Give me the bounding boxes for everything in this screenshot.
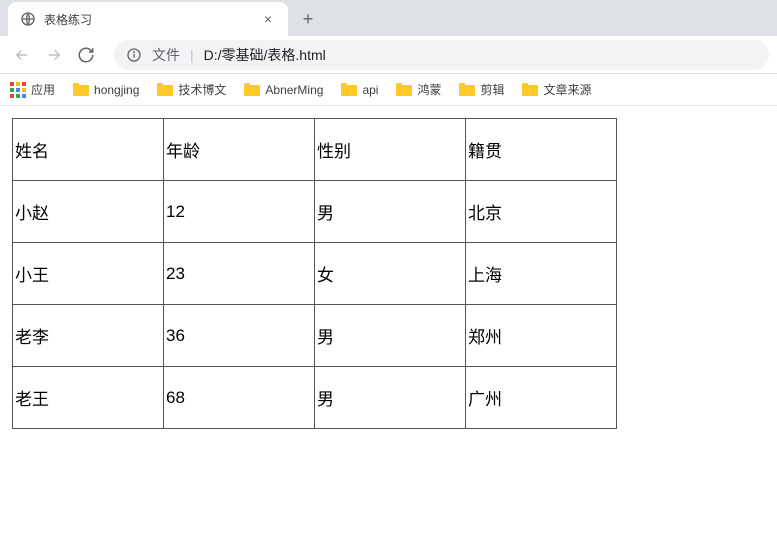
bookmark-label: api bbox=[362, 83, 378, 97]
cell-name: 老李 bbox=[13, 305, 164, 367]
active-tab[interactable]: 表格练习 × bbox=[8, 2, 288, 36]
bookmark-api[interactable]: api bbox=[341, 83, 378, 97]
table-row: 小赵 12 男 北京 bbox=[13, 181, 617, 243]
folder-icon bbox=[396, 83, 412, 96]
apps-label: 应用 bbox=[31, 81, 55, 98]
page-content: 姓名 年龄 性别 籍贯 小赵 12 男 北京 小王 23 女 上海 老李 36 … bbox=[0, 106, 777, 441]
cell-name: 小王 bbox=[13, 243, 164, 305]
bookmark-hongmeng[interactable]: 鸿蒙 bbox=[396, 81, 441, 98]
bookmark-tech-blog[interactable]: 技术博文 bbox=[157, 81, 226, 98]
cell-name: 小赵 bbox=[13, 181, 164, 243]
cell-hometown: 北京 bbox=[466, 181, 617, 243]
bookmark-label: hongjing bbox=[94, 83, 139, 97]
cell-age: 12 bbox=[164, 181, 315, 243]
bookmark-edit[interactable]: 剪辑 bbox=[459, 81, 504, 98]
cell-hometown: 上海 bbox=[466, 243, 617, 305]
url-divider: | bbox=[190, 47, 194, 63]
cell-name: 老王 bbox=[13, 367, 164, 429]
bookmark-label: 剪辑 bbox=[480, 81, 504, 98]
forward-button[interactable] bbox=[40, 41, 68, 69]
url-path: D:/零基础/表格.html bbox=[204, 45, 326, 65]
bookmark-hongjing[interactable]: hongjing bbox=[73, 83, 139, 97]
header-age: 年龄 bbox=[164, 119, 315, 181]
cell-hometown: 郑州 bbox=[466, 305, 617, 367]
bookmark-label: AbnerMing bbox=[265, 83, 323, 97]
table-header-row: 姓名 年龄 性别 籍贯 bbox=[13, 119, 617, 181]
new-tab-button[interactable]: + bbox=[294, 5, 322, 33]
cell-gender: 男 bbox=[315, 181, 466, 243]
cell-gender: 女 bbox=[315, 243, 466, 305]
folder-icon bbox=[244, 83, 260, 96]
table-row: 老李 36 男 郑州 bbox=[13, 305, 617, 367]
address-bar[interactable]: 文件 | D:/零基础/表格.html bbox=[114, 40, 769, 70]
cell-age: 68 bbox=[164, 367, 315, 429]
cell-hometown: 广州 bbox=[466, 367, 617, 429]
data-table: 姓名 年龄 性别 籍贯 小赵 12 男 北京 小王 23 女 上海 老李 36 … bbox=[12, 118, 617, 429]
folder-icon bbox=[522, 83, 538, 96]
browser-chrome: 表格练习 × + 文件 | D:/零基础/表格.html 应用 bbox=[0, 0, 777, 106]
folder-icon bbox=[459, 83, 475, 96]
cell-gender: 男 bbox=[315, 305, 466, 367]
bookmark-sources[interactable]: 文章来源 bbox=[522, 81, 591, 98]
tab-title: 表格练习 bbox=[44, 11, 252, 28]
info-icon bbox=[126, 47, 142, 63]
cell-age: 23 bbox=[164, 243, 315, 305]
apps-icon bbox=[10, 82, 26, 98]
folder-icon bbox=[73, 83, 89, 96]
table-row: 小王 23 女 上海 bbox=[13, 243, 617, 305]
cell-age: 36 bbox=[164, 305, 315, 367]
bookmark-abnerming[interactable]: AbnerMing bbox=[244, 83, 323, 97]
back-button[interactable] bbox=[8, 41, 36, 69]
header-name: 姓名 bbox=[13, 119, 164, 181]
close-tab-button[interactable]: × bbox=[260, 11, 276, 27]
globe-icon bbox=[20, 11, 36, 27]
bookmark-label: 鸿蒙 bbox=[417, 81, 441, 98]
toolbar: 文件 | D:/零基础/表格.html bbox=[0, 36, 777, 74]
header-hometown: 籍贯 bbox=[466, 119, 617, 181]
folder-icon bbox=[341, 83, 357, 96]
reload-button[interactable] bbox=[72, 41, 100, 69]
header-gender: 性别 bbox=[315, 119, 466, 181]
cell-gender: 男 bbox=[315, 367, 466, 429]
apps-button[interactable]: 应用 bbox=[10, 81, 55, 98]
bookmarks-bar: 应用 hongjing 技术博文 AbnerMing api 鸿蒙 剪辑 文章 bbox=[0, 74, 777, 106]
folder-icon bbox=[157, 83, 173, 96]
table-row: 老王 68 男 广州 bbox=[13, 367, 617, 429]
bookmark-label: 文章来源 bbox=[543, 81, 591, 98]
tab-strip: 表格练习 × + bbox=[0, 0, 777, 36]
bookmark-label: 技术博文 bbox=[178, 81, 226, 98]
url-prefix: 文件 bbox=[152, 45, 180, 65]
